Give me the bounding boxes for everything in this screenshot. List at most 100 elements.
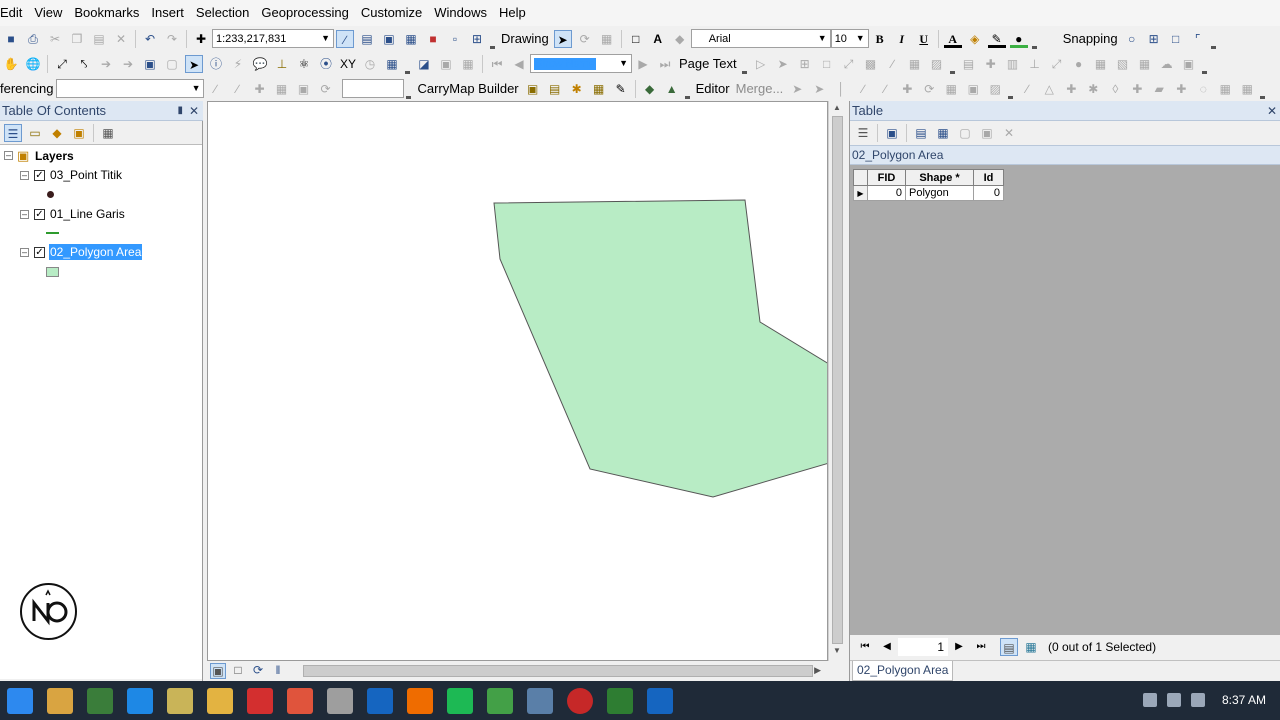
polygon-area-feature[interactable] [493, 199, 828, 498]
split-tool-icon[interactable]: ✚ [898, 80, 916, 98]
full-extent-icon[interactable]: 🌐 [24, 55, 42, 73]
next-record-icon[interactable]: ▶ [950, 638, 968, 656]
italic-button[interactable]: I [893, 30, 911, 48]
print-icon[interactable]: ⎙ [24, 30, 42, 48]
collapse-layer-icon[interactable]: – [20, 171, 29, 180]
cell-id[interactable]: 0 [973, 185, 1004, 201]
start-icon[interactable] [7, 687, 33, 714]
line-color-icon[interactable]: ✎ [987, 30, 1006, 48]
model-builder-icon[interactable]: ⊞ [468, 30, 486, 48]
topo-show-icon[interactable]: ✚ [1172, 80, 1190, 98]
layer-visibility-checkbox[interactable]: ✓ [34, 209, 45, 220]
toolbar-grip[interactable] [1008, 91, 1014, 99]
close-icon[interactable]: ✕ [1267, 101, 1277, 121]
previous-record-icon[interactable]: ◀ [878, 638, 896, 656]
georef-text-field[interactable] [342, 79, 405, 98]
copy-icon[interactable]: ❐ [68, 30, 86, 48]
cut-polygons-icon[interactable]: ∕ [876, 80, 894, 98]
paint-icon[interactable] [327, 687, 353, 714]
layers-root[interactable]: Layers [35, 149, 74, 163]
new-text-icon[interactable]: A [649, 30, 667, 48]
add-data-icon[interactable]: ✚ [192, 30, 210, 48]
label-priority-icon[interactable]: ▣ [437, 55, 455, 73]
refresh-georef-icon[interactable]: ⟳ [316, 80, 334, 98]
georef-layer-combo[interactable]: ▼ [56, 79, 205, 98]
outlook-icon[interactable] [367, 687, 393, 714]
table-row[interactable]: ▶ 0 Polygon 0 [853, 185, 1004, 201]
edit-tool-icon[interactable]: ➤ [788, 80, 806, 98]
map-horizontal-scrollbar[interactable]: ▣ □ ⟳ ‖ ▶ [207, 661, 845, 681]
align-left-icon[interactable]: ▤ [960, 55, 978, 73]
carrymap-builder-menu[interactable]: CarryMap Builder [414, 81, 521, 96]
tray-icon[interactable] [1143, 693, 1157, 707]
align-right-icon[interactable]: ▥ [1004, 55, 1022, 73]
merge-button[interactable]: Merge... [733, 81, 787, 96]
shift-georef-icon[interactable]: ∕ [228, 80, 246, 98]
grid-tool-icon[interactable]: ▦ [1092, 55, 1110, 73]
edge-snapping-icon[interactable]: ⌜ [1189, 30, 1207, 48]
topo-table-icon[interactable]: ▦ [1216, 80, 1234, 98]
rotate-icon[interactable]: ⟳ [576, 30, 594, 48]
label-weights-icon[interactable]: ▦ [459, 55, 477, 73]
select-elements-icon[interactable]: ➤ [553, 29, 572, 48]
menu-view[interactable]: View [28, 0, 68, 26]
editor-menu[interactable]: Editor [693, 81, 733, 96]
horizontal-scroll-thumb[interactable] [303, 665, 813, 677]
toc-layer-line[interactable]: 01_Line Garis [50, 207, 125, 221]
paste-icon[interactable]: ▤ [90, 30, 108, 48]
create-features-icon[interactable]: ▨ [986, 80, 1004, 98]
rectangle-icon[interactable]: □ [627, 30, 645, 48]
forward-extent-icon[interactable]: ➔ [119, 55, 137, 73]
layer-tool-icon[interactable]: ▣ [1180, 55, 1198, 73]
topo-edit-icon[interactable]: ∕ [1018, 80, 1036, 98]
toolbar-grip[interactable] [684, 91, 690, 99]
topo-shared-icon[interactable]: ✚ [1062, 80, 1080, 98]
raster-tool-icon[interactable]: ▧ [1114, 55, 1132, 73]
snapping-menu[interactable]: Snapping [1060, 31, 1121, 46]
viewer-georef-icon[interactable]: ▣ [294, 80, 312, 98]
drawing-menu[interactable]: Drawing [498, 31, 552, 46]
notes-icon[interactable] [167, 687, 193, 714]
straight-segment-icon[interactable]: │ [832, 80, 850, 98]
bold-button[interactable]: B [871, 30, 889, 48]
map-scale-combo[interactable]: 1:233,217,831 ▼ [212, 29, 334, 48]
delete-selected-icon[interactable]: ✕ [1000, 124, 1018, 142]
georef-point-icon[interactable]: □ [818, 55, 836, 73]
fill-color-icon[interactable]: ◈ [966, 30, 984, 48]
zoom-to-selected-icon[interactable]: ▣ [978, 124, 996, 142]
layer-visibility-checkbox[interactable]: ✓ [34, 247, 45, 258]
viewer-window-icon[interactable]: ▦ [383, 55, 401, 73]
app-icon[interactable] [87, 687, 113, 714]
taskbar-clock[interactable]: 8:37 AM [1222, 681, 1266, 720]
row-header-corner[interactable] [853, 169, 868, 186]
link-table-icon[interactable]: ▦ [272, 80, 290, 98]
carrymap-layers-icon[interactable]: ▤ [546, 80, 564, 98]
excel-icon[interactable] [607, 687, 633, 714]
save-icon[interactable]: ■ [2, 30, 20, 48]
clear-table-selection-icon[interactable]: ▢ [956, 124, 974, 142]
hyperlink-icon[interactable]: ⚡ [229, 55, 247, 73]
switch-selection-icon[interactable]: ▦ [934, 124, 952, 142]
go-to-xy-icon[interactable]: XY [339, 55, 357, 73]
refresh-icon[interactable]: ⟳ [250, 663, 266, 679]
acrobat-icon[interactable] [247, 687, 273, 714]
font-color-button[interactable]: A [943, 30, 962, 48]
topo-map-icon[interactable]: ◊ [1106, 80, 1124, 98]
pin-icon[interactable]: ▮ [177, 101, 183, 121]
app2-icon[interactable] [487, 687, 513, 714]
zoom-whole-page-icon[interactable]: ▦ [598, 30, 616, 48]
scroll-up-icon[interactable]: ▲ [829, 103, 845, 117]
identify-icon[interactable]: ⓘ [207, 55, 225, 73]
graph-icon[interactable]: ⤢ [1048, 55, 1066, 73]
list-by-source-icon[interactable]: ▭ [26, 124, 44, 142]
sketch-icon[interactable]: ▷ [752, 55, 770, 73]
show-selected-records-icon[interactable]: ▦ [1022, 638, 1040, 656]
toolbar-grip[interactable] [490, 41, 495, 49]
underline-button[interactable]: U [915, 30, 933, 48]
label-manager-icon[interactable]: ◪ [415, 55, 433, 73]
layer-visibility-checkbox[interactable]: ✓ [34, 170, 45, 181]
chrome-icon[interactable] [287, 687, 313, 714]
page-name-combo[interactable]: Show Name ▼ [530, 54, 632, 73]
menu-customize[interactable]: Customize [355, 0, 428, 26]
rotate-edit-icon[interactable]: ⟳ [920, 80, 938, 98]
